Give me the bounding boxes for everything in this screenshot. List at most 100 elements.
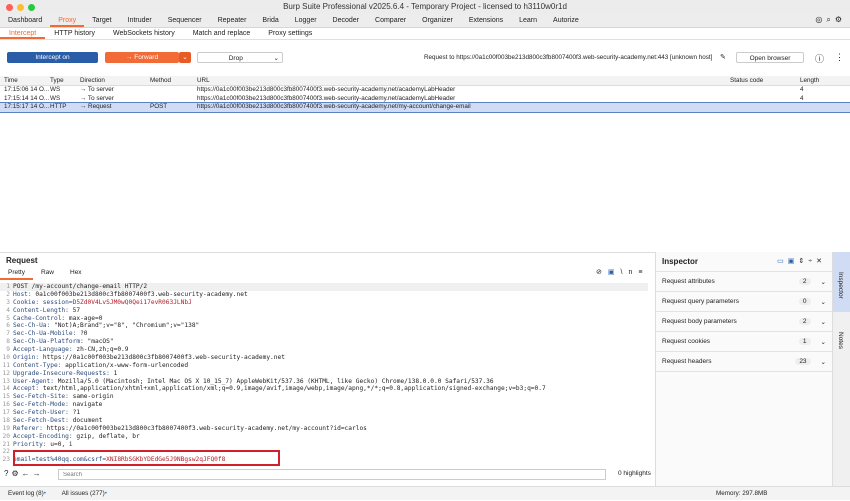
- side-tab-notes[interactable]: Notes: [833, 312, 850, 371]
- column-header[interactable]: Method: [150, 76, 197, 85]
- pretty-icon[interactable]: ▣: [608, 269, 621, 276]
- nav-tab-sequencer[interactable]: Sequencer: [160, 14, 210, 27]
- open-browser-button[interactable]: Open browser: [736, 52, 804, 63]
- column-header[interactable]: Time: [0, 76, 50, 85]
- chevron-down-icon[interactable]: ⌄: [821, 298, 826, 306]
- line-number: 13: [0, 378, 13, 386]
- hide-icon[interactable]: ⊘: [596, 269, 608, 276]
- subtab-proxy-settings[interactable]: Proxy settings: [259, 28, 321, 39]
- expand-icon[interactable]: ⇕: [798, 258, 808, 265]
- inspector-section[interactable]: Request attributes2⌄: [656, 272, 832, 292]
- column-header[interactable]: Type: [50, 76, 80, 85]
- line-number: 21: [0, 441, 13, 449]
- nav-tab-comparer[interactable]: Comparer: [367, 14, 414, 27]
- line-number: 18: [0, 417, 13, 425]
- more-menu-icon[interactable]: ⋮: [835, 52, 844, 63]
- forward-button[interactable]: → Forward: [105, 52, 179, 63]
- line-number: 20: [0, 433, 13, 441]
- header-name: Content-Type:: [13, 362, 65, 369]
- request-line: 5Cache-Control: max-age=0: [0, 315, 648, 323]
- menu-icon[interactable]: ≡: [638, 269, 648, 276]
- header-value: document: [73, 417, 103, 424]
- column-header[interactable]: Length: [800, 76, 840, 85]
- line-number: 16: [0, 401, 13, 409]
- request-line: 20Accept-Encoding: gzip, deflate, br: [0, 433, 648, 441]
- section-label: Request cookies: [662, 338, 799, 345]
- nav-tab-decoder[interactable]: Decoder: [325, 14, 367, 27]
- nav-tab-dashboard[interactable]: Dashboard: [0, 14, 50, 27]
- inspector-section[interactable]: Request headers23⌄: [656, 352, 832, 372]
- table-cell: 17:15:06 14 O...: [0, 86, 50, 95]
- table-row[interactable]: 17:15:17 14 O...HTTP→ RequestPOSThttps:/…: [0, 103, 850, 112]
- newline-icon[interactable]: \n: [621, 269, 639, 276]
- column-header[interactable]: Status code: [730, 76, 800, 85]
- request-line: 6Sec-Ch-Ua: "Not)A;Brand";v="8", "Chromi…: [0, 322, 648, 330]
- edit-pencil-icon[interactable]: ✎: [720, 53, 726, 61]
- all-issues-link[interactable]: All issues (277): [62, 490, 105, 497]
- help-icon[interactable]: ⓘ: [815, 52, 824, 65]
- header-name: Origin:: [13, 354, 43, 361]
- minimize-window-button[interactable]: [17, 4, 24, 11]
- forward-icon[interactable]: →: [33, 469, 44, 478]
- window-title: Burp Suite Professional v2025.6.4 - Temp…: [283, 2, 567, 11]
- nav-tab-intruder[interactable]: Intruder: [120, 14, 160, 27]
- table-row[interactable]: 17:15:14 14 O...WS→ To serverhttps://0a1…: [0, 95, 850, 104]
- collapse-icon[interactable]: ÷: [808, 258, 816, 265]
- request-editor[interactable]: 1POST /my-account/change-email HTTP/22Ho…: [0, 283, 648, 464]
- nav-tab-brida[interactable]: Brida: [254, 14, 286, 27]
- column-header[interactable]: Direction: [80, 76, 150, 85]
- nav-tab-repeater[interactable]: Repeater: [210, 14, 255, 27]
- globe-icon[interactable]: ◎: [815, 15, 826, 24]
- subtab-match-and-replace[interactable]: Match and replace: [184, 28, 260, 39]
- status-bar: Event log (8)• All issues (277)• Memory:…: [0, 486, 850, 500]
- table-cell: [730, 103, 800, 112]
- maximize-window-button[interactable]: [28, 4, 35, 11]
- inspector-section[interactable]: Request cookies1⌄: [656, 332, 832, 352]
- table-cell: https://0a1c00f003be213d800c3fb8007400f3…: [197, 95, 730, 104]
- chevron-down-icon[interactable]: ⌄: [821, 358, 826, 366]
- nav-tab-target[interactable]: Target: [84, 14, 119, 27]
- nav-tab-learn[interactable]: Learn: [511, 14, 545, 27]
- tab-hex[interactable]: Hex: [62, 268, 90, 280]
- table-cell: 4: [800, 95, 840, 104]
- forward-dropdown-icon[interactable]: ⌄: [179, 52, 191, 63]
- chevron-down-icon[interactable]: ⌄: [821, 338, 826, 346]
- line-number: 12: [0, 370, 13, 378]
- header-value: Mozilla/5.0 (Macintosh; Intel Mac OS X 1…: [58, 378, 494, 385]
- tab-raw[interactable]: Raw: [33, 268, 62, 280]
- search-input[interactable]: [58, 469, 606, 480]
- close-window-button[interactable]: [6, 4, 13, 11]
- column-header[interactable]: URL: [197, 76, 730, 85]
- chevron-down-icon[interactable]: ⌄: [274, 53, 282, 64]
- subtab-http-history[interactable]: HTTP history: [45, 28, 104, 39]
- table-cell: → To server: [80, 95, 150, 104]
- intercept-toggle-button[interactable]: Intercept on: [7, 52, 98, 63]
- inspector-section[interactable]: Request body parameters2⌄: [656, 312, 832, 332]
- header-name: Sec-Ch-Ua-Mobile:: [13, 330, 80, 337]
- close-icon[interactable]: ✕: [816, 258, 826, 265]
- side-tab-inspector[interactable]: Inspector: [833, 252, 850, 312]
- section-label: Request headers: [662, 358, 795, 365]
- back-icon[interactable]: ←: [22, 469, 33, 478]
- nav-tab-extensions[interactable]: Extensions: [461, 14, 511, 27]
- header-name: Upgrade-Insecure-Requests:: [13, 370, 114, 377]
- chevron-down-icon[interactable]: ⌄: [821, 278, 826, 286]
- table-row[interactable]: 17:15:06 14 O...WS→ To serverhttps://0a1…: [0, 86, 850, 95]
- tab-pretty[interactable]: Pretty: [0, 268, 33, 280]
- inspector-section[interactable]: Request query parameters0⌄: [656, 292, 832, 312]
- gear-icon[interactable]: ⚙: [835, 15, 846, 24]
- line-number: 11: [0, 362, 13, 370]
- chevron-down-icon[interactable]: ⌄: [821, 318, 826, 326]
- layout-toggle-icon[interactable]: ▭▣: [777, 258, 798, 265]
- header-name: Sec-Fetch-Mode:: [13, 401, 73, 408]
- nav-tab-autorize[interactable]: Autorize: [545, 14, 587, 27]
- subtab-intercept[interactable]: Intercept: [0, 28, 45, 39]
- settings-icon[interactable]: ⚙: [11, 469, 21, 478]
- nav-tab-logger[interactable]: Logger: [287, 14, 325, 27]
- search-icon[interactable]: ⌕: [826, 15, 834, 24]
- event-log-link[interactable]: Event log (8): [8, 490, 44, 497]
- subtab-websockets-history[interactable]: WebSockets history: [104, 28, 184, 39]
- drop-button[interactable]: Drop ⌄: [197, 52, 283, 63]
- nav-tab-proxy[interactable]: Proxy: [50, 14, 84, 27]
- nav-tab-organizer[interactable]: Organizer: [414, 14, 461, 27]
